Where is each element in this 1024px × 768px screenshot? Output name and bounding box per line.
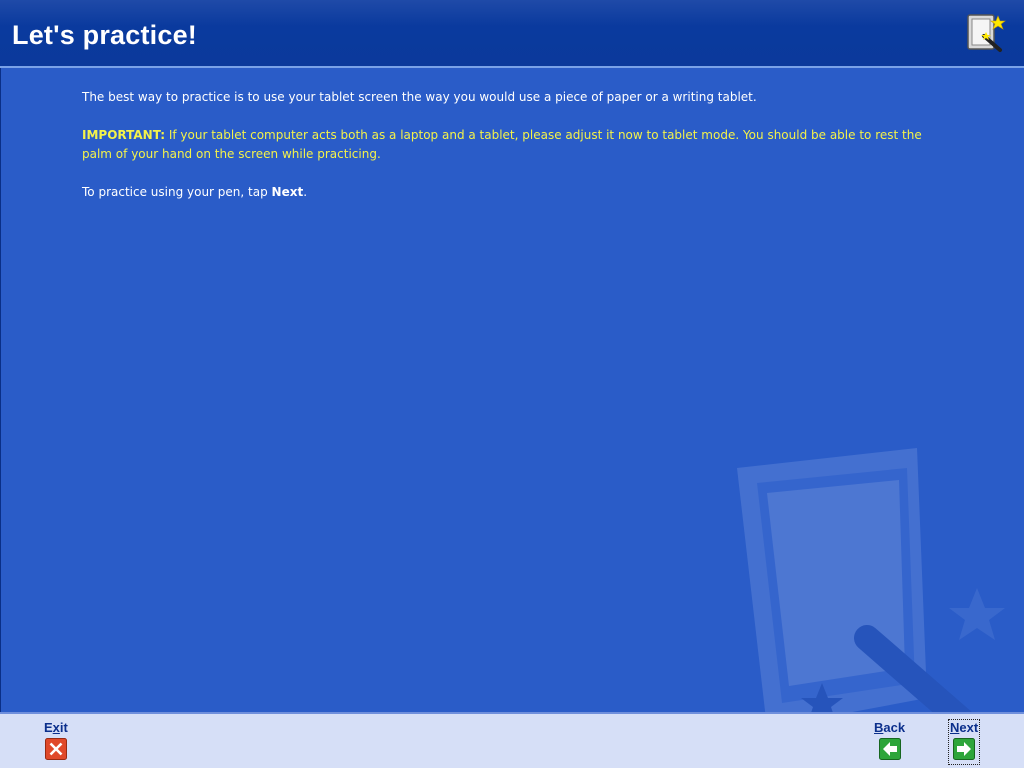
header-bar: Let's practice! <box>0 0 1024 68</box>
exit-label-accel: x <box>52 720 60 735</box>
back-label[interactable]: Back <box>874 720 905 735</box>
next-button[interactable]: Next <box>947 719 981 765</box>
page-title: Let's practice! <box>12 20 197 50</box>
important-text: If your tablet computer acts both as a l… <box>82 128 922 161</box>
instruction-text: To practice using your pen, tap Next. <box>82 183 952 202</box>
exit-label-suffix: it <box>59 720 68 735</box>
important-notice: IMPORTANT: If your tablet computer acts … <box>82 126 952 164</box>
intro-text: The best way to practice is to use your … <box>82 90 757 104</box>
exit-label-prefix: E <box>44 720 53 735</box>
content-area: The best way to practice is to use your … <box>0 68 1024 712</box>
instruction-prefix: To practice using your pen, tap <box>82 185 272 199</box>
arrow-left-icon[interactable] <box>878 738 901 760</box>
close-x-icon[interactable] <box>44 738 67 760</box>
tablet-pen-watermark-icon <box>737 448 1005 712</box>
tablet-pen-wizard-icon <box>967 14 1006 52</box>
back-label-suffix: ack <box>883 720 906 735</box>
instruction-next-word: Next <box>271 185 304 199</box>
next-label-accel: N <box>950 720 960 735</box>
footer-bar: Exit Back Next <box>0 712 1024 768</box>
exit-label[interactable]: Exit <box>44 720 68 735</box>
next-label-suffix: ext <box>959 720 979 735</box>
instruction-suffix: . <box>303 185 308 199</box>
back-label-accel: B <box>874 720 884 735</box>
exit-button[interactable]: Exit <box>44 720 68 763</box>
back-button[interactable]: Back <box>874 720 905 763</box>
arrow-right-icon[interactable] <box>953 738 976 760</box>
next-label[interactable]: Next <box>950 720 978 735</box>
important-label: IMPORTANT: <box>82 128 166 142</box>
